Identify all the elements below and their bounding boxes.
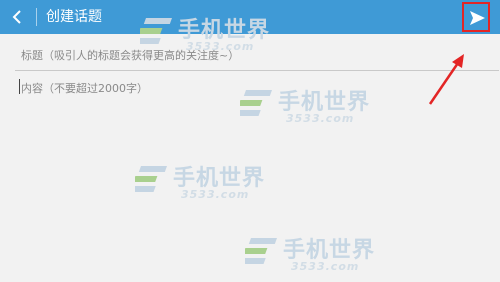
back-arrow-icon[interactable]: [9, 8, 27, 26]
top-bar: 创建话题: [0, 0, 500, 34]
title-placeholder: 标题（吸引人的标题会获得更高的关注度~）: [21, 49, 240, 62]
page-title: 创建话题: [46, 9, 102, 25]
header-divider: [36, 8, 37, 26]
send-button-highlight: [462, 2, 490, 32]
content-placeholder: 内容（不要超过2000字）: [21, 82, 148, 95]
text-caret: [19, 79, 20, 94]
annotation-arrow-icon: [428, 54, 464, 105]
send-icon[interactable]: [468, 9, 486, 27]
